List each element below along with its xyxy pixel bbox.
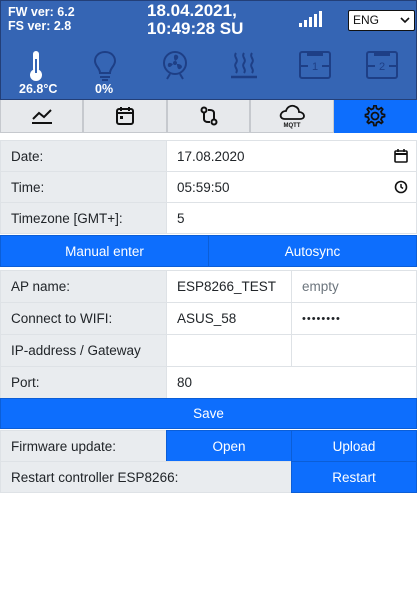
current-datetime: 18.04.2021, 10:49:28 SU: [147, 2, 243, 38]
ap-password-input[interactable]: empty: [291, 270, 417, 303]
time-value: 05:59:50: [177, 179, 230, 195]
tab-mqtt[interactable]: MQTT: [250, 100, 334, 133]
restart-label: Restart controller ESP8266:: [0, 461, 292, 493]
date-input[interactable]: 17.08.2020: [166, 140, 417, 172]
autosync-button[interactable]: Autosync: [208, 235, 417, 267]
timezone-label: Timezone [GMT+]:: [0, 202, 167, 234]
time-sync-row: Manual enter Autosync: [0, 235, 417, 267]
ip-address-input[interactable]: [166, 334, 292, 367]
ip-row: IP-address / Gateway: [0, 334, 417, 367]
svg-text:2: 2: [379, 61, 385, 73]
firmware-row: Firmware update: Open Upload: [0, 430, 417, 462]
wifi-label: Connect to WIFI:: [0, 302, 167, 335]
ip-label: IP-address / Gateway: [0, 334, 167, 367]
current-date: 18.04.2021,: [147, 1, 237, 20]
language-value: ENG: [353, 13, 380, 27]
wifi-ssid-input[interactable]: ASUS_58: [166, 302, 292, 335]
tab-charts[interactable]: [0, 100, 84, 133]
svg-text:MQTT: MQTT: [283, 123, 300, 129]
chevron-down-icon: [400, 17, 410, 24]
open-firmware-button[interactable]: Open: [166, 430, 292, 462]
timezone-row: Timezone [GMT+]: 5: [0, 202, 417, 234]
fan-icon: [163, 51, 187, 80]
port-label: Port:: [0, 366, 167, 399]
wifi-password-input[interactable]: ••••••••: [291, 302, 417, 335]
port-input[interactable]: 80: [166, 366, 417, 399]
current-time: 10:49:28 SU: [147, 19, 244, 38]
relay-2-icon: 2: [366, 51, 398, 79]
thermometer-icon: [30, 51, 42, 81]
wifi-row: Connect to WIFI: ASUS_58 ••••••••: [0, 302, 417, 335]
light-value: 0%: [95, 82, 114, 96]
timezone-input[interactable]: 5: [166, 202, 417, 234]
tab-bar: MQTT: [0, 100, 417, 133]
tab-schedule[interactable]: [83, 100, 167, 133]
mqtt-cloud-icon: MQTT: [279, 104, 305, 129]
ap-name-row: AP name: ESP8266_TEST empty: [0, 270, 417, 303]
ap-name-input[interactable]: ESP8266_TEST: [166, 270, 292, 303]
wifi-signal-icon: [299, 11, 322, 27]
fs-version: FS ver: 2.8: [8, 19, 72, 33]
tab-logic[interactable]: [166, 100, 251, 133]
clock-icon[interactable]: [394, 180, 408, 194]
port-row: Port: 80: [0, 366, 417, 399]
firmware-label: Firmware update:: [0, 430, 167, 462]
version-info: FW ver: 6.2 FS ver: 2.8: [8, 5, 75, 33]
temperature-value: 26.8°C: [19, 82, 58, 96]
wifi-ssid-value: ASUS_58: [177, 311, 237, 326]
date-label: Date:: [0, 140, 167, 172]
relay-1-icon: 1: [299, 51, 331, 79]
ap-name-value: ESP8266_TEST: [177, 279, 277, 294]
save-button[interactable]: Save: [0, 398, 417, 429]
gateway-input[interactable]: [291, 334, 417, 367]
port-value: 80: [177, 375, 193, 390]
calendar-picker-icon[interactable]: [394, 149, 408, 163]
save-row: Save: [0, 398, 417, 429]
status-header: FW ver: 6.2 FS ver: 2.8 18.04.2021, 10:4…: [0, 0, 417, 100]
fw-version: FW ver: 6.2: [8, 5, 75, 19]
settings-gear-icon: [364, 105, 386, 127]
calendar-icon: [116, 107, 135, 125]
ap-name-label: AP name:: [0, 270, 167, 303]
restart-button[interactable]: Restart: [291, 461, 417, 493]
upload-firmware-button[interactable]: Upload: [291, 430, 417, 462]
time-input[interactable]: 05:59:50: [166, 171, 417, 203]
heater-icon: [231, 52, 257, 79]
language-select[interactable]: ENG: [348, 10, 415, 31]
lamp-icon: [93, 50, 117, 81]
wifi-password-value: ••••••••: [302, 312, 341, 325]
git-compare-icon: [200, 106, 218, 126]
chart-line-icon: [31, 109, 52, 124]
timezone-value: 5: [177, 210, 185, 226]
date-value: 17.08.2020: [177, 148, 245, 164]
restart-row: Restart controller ESP8266: Restart: [0, 461, 417, 493]
date-row: Date: 17.08.2020: [0, 140, 417, 172]
ap-password-placeholder: empty: [302, 279, 339, 294]
manual-enter-button[interactable]: Manual enter: [0, 235, 209, 267]
time-label: Time:: [0, 171, 167, 203]
tab-settings[interactable]: [333, 100, 417, 133]
svg-text:1: 1: [312, 61, 318, 73]
time-row: Time: 05:59:50: [0, 171, 417, 203]
